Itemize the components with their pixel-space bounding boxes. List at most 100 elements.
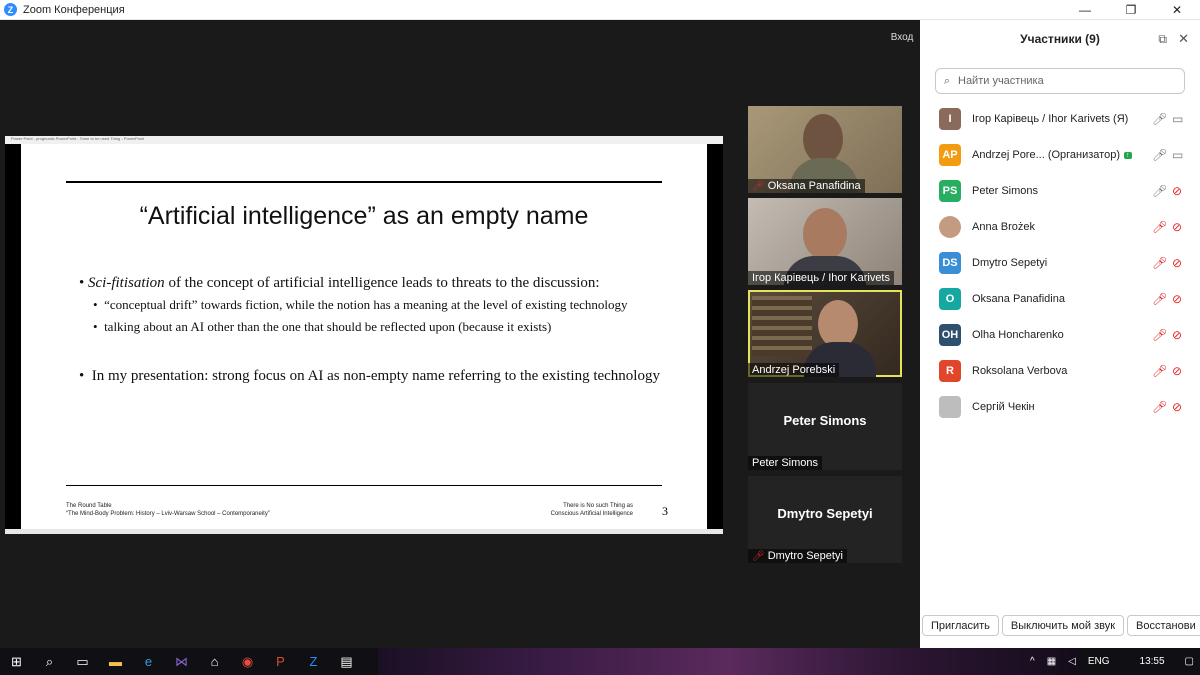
participant-search[interactable]: ⌕ <box>935 68 1185 94</box>
video-tile-name: 🎤︎ Dmytro Sepetyi <box>748 549 847 563</box>
mic-icon[interactable]: 🎤︎ <box>1152 112 1167 126</box>
slide-bottom-rule <box>66 485 662 486</box>
tray-chevron-icon[interactable]: ^ <box>1030 656 1035 667</box>
slide-subbullet-2-text: talking about an AI other than the one t… <box>104 319 552 334</box>
participant-row[interactable]: DS Dmytro Sepetyi 🎤︎ ⊘ <box>920 245 1200 281</box>
search-icon[interactable]: ⌕ <box>33 648 66 675</box>
avatar: O <box>939 288 961 310</box>
avatar-photo <box>939 216 961 238</box>
video-tile-name: 🎤︎ Oksana Panafidina <box>748 179 865 193</box>
close-icon[interactable]: ✕ <box>1154 0 1200 20</box>
participant-name: Dmytro Sepetyi <box>972 257 1048 269</box>
zoom-taskbar-icon[interactable]: Z <box>297 648 330 675</box>
clock[interactable]: 13:55 <box>1140 656 1165 667</box>
powerpoint-icon[interactable]: P <box>264 648 297 675</box>
mic-icon[interactable]: 🎤︎ <box>1152 148 1167 162</box>
slide-footer-right-line-2: Conscious Artificial Intelligence <box>550 511 633 517</box>
avatar: AP <box>939 144 961 166</box>
edge-browser-icon[interactable]: e <box>132 648 165 675</box>
search-input[interactable] <box>958 75 1178 87</box>
mic-muted-icon[interactable]: 🎤︎ <box>1152 328 1167 342</box>
participant-row[interactable]: Сергій Чекін 🎤︎ ⊘ <box>920 389 1200 425</box>
store-icon[interactable]: ⌂ <box>198 648 231 675</box>
video-tile-dmytro[interactable]: Dmytro Sepetyi 🎤︎ Dmytro Sepetyi <box>748 476 902 563</box>
file-explorer-icon[interactable]: ▬ <box>99 648 132 675</box>
mic-muted-icon[interactable]: 🎤︎ <box>1152 220 1167 234</box>
participant-list: I Ігор Карівець / Ihor Karivets (Я) 🎤︎ ▭… <box>920 101 1200 425</box>
slide-footer-right-line-1: There is No such Thing as <box>563 503 633 509</box>
participant-name: Anna Brożek <box>972 221 1035 233</box>
video-tile-ihor[interactable]: Ігор Карівець / Ihor Karivets <box>748 198 902 285</box>
desktop-wallpaper-strip <box>378 648 1078 675</box>
camera-off-icon[interactable]: ⊘ <box>1172 364 1182 378</box>
participant-row[interactable]: O Oksana Panafidina 🎤︎ ⊘ <box>920 281 1200 317</box>
participant-row[interactable]: PS Peter Simons 🎤︎ ⊘ <box>920 173 1200 209</box>
participants-panel: Участники (9) ⧉ ✕ ⌕ I Ігор Карівець / Ih… <box>920 20 1200 648</box>
avatar: DS <box>939 252 961 274</box>
windows-taskbar: ⊞ ⌕ ▭ ▬ e ⋈ ⌂ ◉ P Z ▤ ^ ▦ ◁ ENG 13:55 ▢ <box>0 648 1200 675</box>
notifications-icon[interactable]: ▢ <box>1185 656 1194 667</box>
app-icon[interactable]: ▤ <box>330 648 363 675</box>
camera-off-icon[interactable]: ⊘ <box>1172 400 1182 414</box>
participant-name: Ігор Карівець / Ihor Karivets (Я) <box>972 113 1129 125</box>
popout-icon[interactable]: ⧉ <box>1158 32 1167 47</box>
mic-muted-icon[interactable]: 🎤︎ <box>1152 400 1167 414</box>
volume-icon[interactable]: ◁ <box>1068 656 1076 667</box>
video-tile-name-text: Peter Simons <box>752 457 819 469</box>
mic-muted-icon: 🎤︎ <box>752 180 765 192</box>
video-tile-name: Peter Simons <box>748 456 823 470</box>
slide-footer-left-line-2: “The Mind-Body Problem: History – Lviv-W… <box>66 511 270 517</box>
camera-icon[interactable]: ▭ <box>1172 112 1183 126</box>
participant-video <box>803 208 847 260</box>
windows-start-icon[interactable]: ⊞ <box>0 648 33 675</box>
camera-off-icon[interactable]: ⊘ <box>1172 256 1182 270</box>
slide-subbullet-1-text: “conceptual drift” towards fiction, whil… <box>104 297 628 312</box>
camera-off-icon[interactable]: ⊘ <box>1172 184 1182 198</box>
chrome-icon[interactable]: ◉ <box>231 648 264 675</box>
task-view-icon[interactable]: ▭ <box>66 648 99 675</box>
zoom-logo-icon: Z <box>4 3 17 16</box>
mic-muted-icon[interactable]: 🎤︎ <box>1152 292 1167 306</box>
slide-bullet-1-emphasis: Sci-fitisation <box>88 275 165 291</box>
mic-muted-icon[interactable]: 🎤︎ <box>1152 256 1167 270</box>
window-titlebar: Z Zoom Конференция — ❐ ✕ <box>0 0 1200 20</box>
video-tile-name: Ігор Карівець / Ihor Karivets <box>748 271 894 285</box>
shared-screen: Power Point - prognostic.PowerPoint - To… <box>5 136 723 534</box>
exit-button[interactable]: Вход <box>884 28 920 46</box>
search-icon: ⌕ <box>943 74 951 87</box>
invite-button[interactable]: Пригласить <box>922 615 999 636</box>
slide-footer-left: The Round Table “The Mind-Body Problem: … <box>66 502 270 518</box>
language-indicator[interactable]: ENG <box>1088 656 1110 667</box>
slide-page-number: 3 <box>662 504 668 518</box>
minimize-icon[interactable]: — <box>1062 0 1108 20</box>
network-icon[interactable]: ▦ <box>1047 656 1056 667</box>
mic-muted-icon[interactable]: 🎤︎ <box>1152 364 1167 378</box>
shared-window-status-bar <box>5 529 723 534</box>
mic-icon[interactable]: 🎤︎ <box>1152 184 1167 198</box>
camera-off-icon[interactable]: ⊘ <box>1172 328 1182 342</box>
camera-off-icon[interactable]: ⊘ <box>1172 220 1182 234</box>
camera-icon[interactable]: ▭ <box>1172 148 1183 162</box>
video-tile-name-text: Dmytro Sepetyi <box>767 550 843 562</box>
participants-actions: Пригласить Выключить мой звук Восстанови <box>920 615 1200 637</box>
restore-button[interactable]: Восстанови <box>1127 615 1200 636</box>
video-tile-peter[interactable]: Peter Simons Peter Simons <box>748 383 902 470</box>
participant-row[interactable]: I Ігор Карівець / Ihor Karivets (Я) 🎤︎ ▭ <box>920 101 1200 137</box>
video-tile-oksana[interactable]: 🎤︎ Oksana Panafidina <box>748 106 902 193</box>
visual-studio-icon[interactable]: ⋈ <box>165 648 198 675</box>
close-panel-icon[interactable]: ✕ <box>1178 31 1189 47</box>
participant-row[interactable]: R Roksolana Verbova 🎤︎ ⊘ <box>920 353 1200 389</box>
meeting-stage: Вход Power Point - prognostic.PowerPoint… <box>0 20 920 648</box>
video-tile-andrzej[interactable]: Andrzej Porebski <box>748 290 902 377</box>
shared-window-caption-bar: Power Point - prognostic.PowerPoint - To… <box>5 136 723 144</box>
mute-me-button[interactable]: Выключить мой звук <box>1001 615 1125 636</box>
maximize-icon[interactable]: ❐ <box>1108 0 1154 20</box>
screen-share-badge-icon: ↑ <box>1124 151 1132 159</box>
participant-row[interactable]: Anna Brożek 🎤︎ ⊘ <box>920 209 1200 245</box>
participant-row[interactable]: AP Andrzej Pore... (Организатор) ↑ 🎤︎ ▭ <box>920 137 1200 173</box>
slide-subbullet-1: • “conceptual drift” towards fiction, wh… <box>93 297 628 312</box>
camera-off-icon[interactable]: ⊘ <box>1172 292 1182 306</box>
participant-name: Oksana Panafidina <box>972 293 1065 305</box>
participant-name: Roksolana Verbova <box>972 365 1068 377</box>
participant-row[interactable]: OH Olha Honcharenko 🎤︎ ⊘ <box>920 317 1200 353</box>
